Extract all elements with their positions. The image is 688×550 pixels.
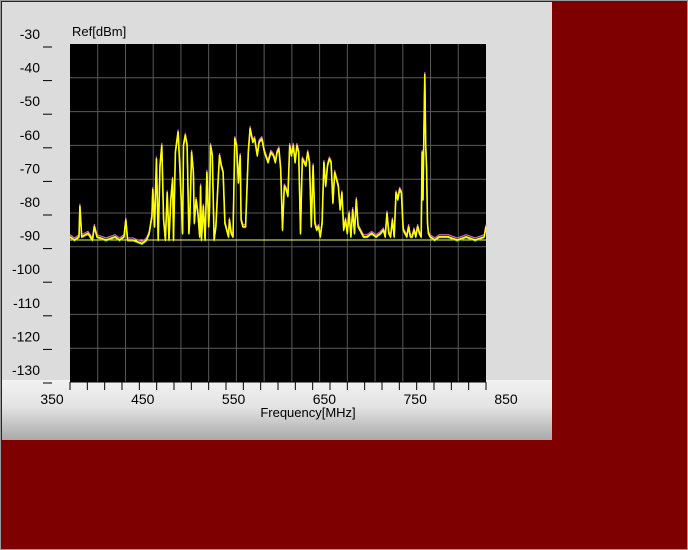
x-tick-label: 850 xyxy=(494,391,518,407)
spectrum-chart: -30 -40 -50 -60 -70 -80 -90 -100 -110 -120 -130 35… xyxy=(12,24,518,420)
x-tick-label: 550 xyxy=(222,391,246,407)
y-tick-label: -130 xyxy=(12,362,40,378)
y-tick-label: -100 xyxy=(12,261,40,277)
x-tick-label: 450 xyxy=(131,391,155,407)
y-tick-label: -30 xyxy=(20,26,40,42)
y-tick-label: -70 xyxy=(20,160,40,176)
y-tick-label: -120 xyxy=(12,328,40,344)
y-tick-label: -110 xyxy=(13,295,40,311)
y-tick-label: -80 xyxy=(20,194,40,210)
y-tick-label: -50 xyxy=(20,93,40,109)
x-tick-label: 750 xyxy=(404,391,428,407)
y-tick-label: -40 xyxy=(20,60,40,76)
y-tick-label: -60 xyxy=(20,127,40,143)
x-axis: 350 450 550 650 750 850 xyxy=(40,381,518,407)
y-tick-label: -90 xyxy=(20,228,40,244)
y-axis: -30 -40 -50 -60 -70 -80 -90 -100 -110 -120 -130 xyxy=(12,26,52,384)
x-tick-label: 350 xyxy=(40,391,64,407)
y-axis-label: Ref[dBm] xyxy=(72,24,126,39)
x-axis-label: Frequency[MHz] xyxy=(260,405,355,420)
